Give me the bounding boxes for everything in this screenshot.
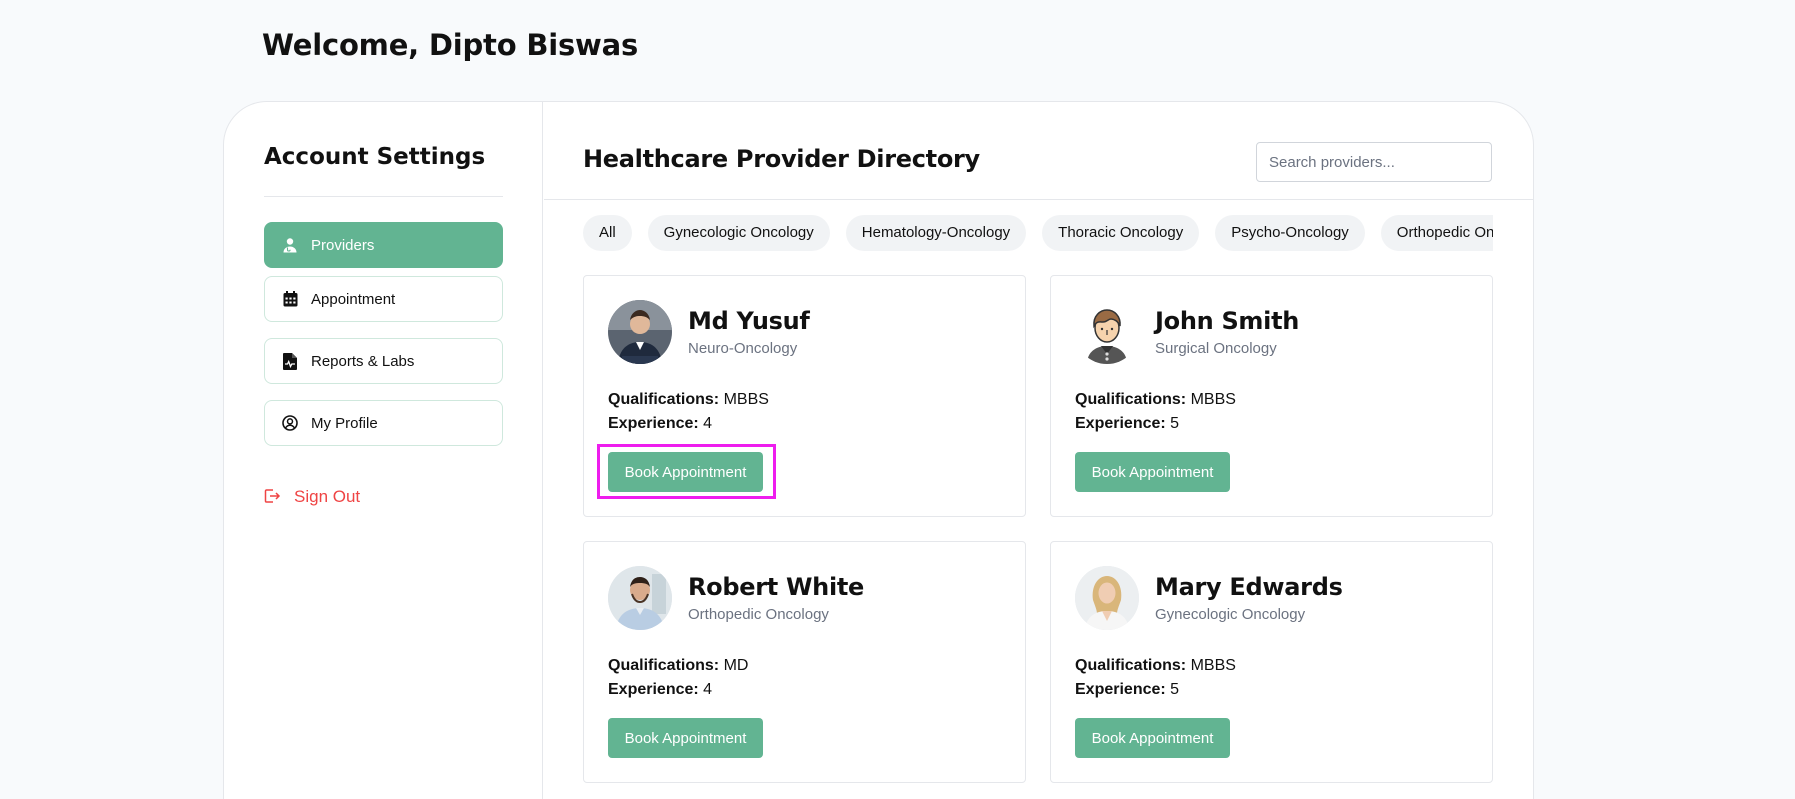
experience-label: Experience:	[1075, 681, 1166, 698]
sidebar-item-reports-labs[interactable]: Reports & Labs	[264, 338, 503, 384]
sidebar-item-label: Appointment	[311, 290, 396, 308]
provider-name: Md Yusuf	[688, 307, 810, 335]
sign-out-icon	[264, 488, 282, 506]
qualifications-label: Qualifications:	[608, 657, 720, 674]
sidebar: Account Settings Providers Appointment R…	[224, 102, 543, 799]
filter-chip-hematology-oncology[interactable]: Hematology-Oncology	[845, 215, 1027, 251]
provider-name: Mary Edwards	[1155, 573, 1343, 601]
sidebar-item-my-profile[interactable]: My Profile	[264, 400, 503, 446]
filter-chip-thoracic-oncology[interactable]: Thoracic Oncology	[1042, 215, 1200, 251]
sidebar-item-label: Providers	[311, 236, 375, 254]
provider-specialty: Surgical Oncology	[1155, 340, 1277, 357]
provider-name: Robert White	[688, 573, 865, 601]
book-appointment-button[interactable]: Book Appointment	[608, 718, 763, 758]
divider	[264, 196, 503, 197]
search-input[interactable]	[1256, 142, 1492, 182]
sidebar-item-label: My Profile	[311, 414, 378, 432]
filter-chip-psycho-oncology[interactable]: Psycho-Oncology	[1215, 215, 1365, 251]
avatar	[608, 300, 672, 364]
qualifications-label: Qualifications:	[1075, 391, 1187, 408]
qualifications-label: Qualifications:	[608, 391, 720, 408]
qualifications-value: MD	[723, 657, 749, 674]
qualifications-row: Qualifications: MBBS	[1075, 391, 1236, 409]
avatar	[1075, 566, 1139, 630]
qualifications-row: Qualifications: MD	[608, 657, 748, 675]
provider-name: John Smith	[1155, 307, 1300, 335]
divider	[544, 199, 1533, 200]
provider-card: Mary Edwards Gynecologic Oncology Qualif…	[1050, 541, 1493, 783]
sign-out-label: Sign Out	[294, 487, 361, 506]
experience-row: Experience: 5	[1075, 415, 1179, 433]
qualifications-value: MBBS	[723, 391, 769, 408]
sign-out-link[interactable]: Sign Out	[264, 487, 360, 507]
qualifications-row: Qualifications: MBBS	[608, 391, 769, 409]
qualifications-value: MBBS	[1190, 657, 1236, 674]
account-settings-title: Account Settings	[264, 144, 486, 170]
avatar	[608, 566, 672, 630]
experience-row: Experience: 5	[1075, 681, 1179, 699]
provider-specialty: Gynecologic Oncology	[1155, 606, 1306, 623]
calendar-icon	[281, 290, 299, 308]
provider-directory: Healthcare Provider Directory All Gynecol…	[544, 102, 1533, 799]
experience-label: Experience:	[1075, 415, 1166, 432]
provider-card: John Smith Surgical Oncology Qualificati…	[1050, 275, 1493, 517]
account-panel: Account Settings Providers Appointment R…	[223, 101, 1534, 799]
book-appointment-button[interactable]: Book Appointment	[1075, 452, 1230, 492]
filter-chip-gynecologic-oncology[interactable]: Gynecologic Oncology	[647, 215, 830, 251]
experience-row: Experience: 4	[608, 415, 712, 433]
page-title: Healthcare Provider Directory	[583, 145, 980, 173]
doctor-icon	[281, 236, 299, 254]
sidebar-item-providers[interactable]: Providers	[264, 222, 503, 268]
provider-card: Robert White Orthopedic Oncology Qualifi…	[583, 541, 1026, 783]
experience-value: 5	[1170, 681, 1180, 698]
experience-row: Experience: 4	[608, 681, 712, 699]
provider-specialty: Orthopedic Oncology	[688, 606, 829, 623]
qualifications-row: Qualifications: MBBS	[1075, 657, 1236, 675]
experience-value: 4	[703, 415, 713, 432]
book-appointment-button[interactable]: Book Appointment	[608, 452, 763, 492]
qualifications-value: MBBS	[1190, 391, 1236, 408]
experience-label: Experience:	[608, 681, 699, 698]
sidebar-item-appointment[interactable]: Appointment	[264, 276, 503, 322]
filter-chip-all[interactable]: All	[583, 215, 632, 251]
provider-specialty: Neuro-Oncology	[688, 340, 798, 357]
provider-card: Md Yusuf Neuro-Oncology Qualifications: …	[583, 275, 1026, 517]
experience-label: Experience:	[608, 415, 699, 432]
experience-value: 5	[1170, 415, 1180, 432]
welcome-heading: Welcome, Dipto Biswas	[262, 28, 639, 62]
sidebar-item-label: Reports & Labs	[311, 352, 415, 370]
book-appointment-button[interactable]: Book Appointment	[1075, 718, 1230, 758]
user-circle-icon	[281, 414, 299, 432]
qualifications-label: Qualifications:	[1075, 657, 1187, 674]
experience-value: 4	[703, 681, 713, 698]
filter-chip-orthopedic-oncology[interactable]: Orthopedic Oncology	[1380, 215, 1493, 251]
file-medical-icon	[281, 352, 299, 370]
avatar	[1075, 300, 1139, 364]
specialty-filter-bar: All Gynecologic Oncology Hematology-Oncolo…	[583, 215, 1493, 253]
